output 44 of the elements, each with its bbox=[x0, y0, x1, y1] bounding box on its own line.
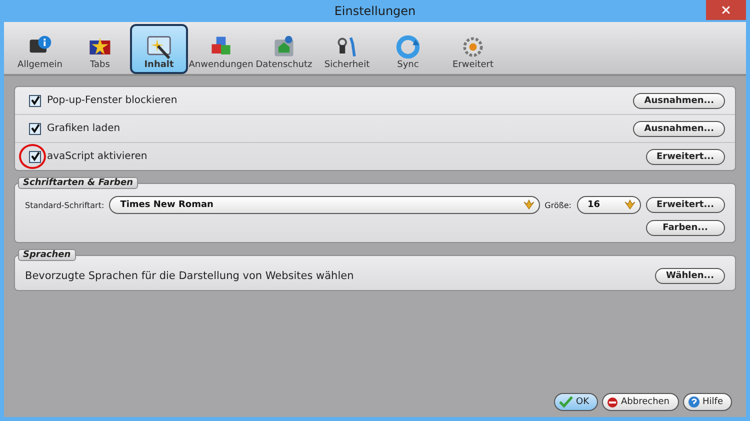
advanced-button[interactable]: Erweitert... bbox=[646, 197, 725, 213]
toolbar-tab[interactable]: Anwendungen bbox=[190, 24, 252, 74]
group-legend: Sprachen bbox=[18, 249, 76, 261]
checkbox[interactable] bbox=[29, 122, 41, 134]
help-icon bbox=[688, 396, 700, 408]
toolbar-tab[interactable]: Datenschutz bbox=[254, 24, 314, 74]
wand-picture-icon bbox=[146, 34, 172, 60]
group-legend: Schriftarten & Farben bbox=[18, 177, 138, 189]
option-label: avaScript aktivieren bbox=[47, 151, 148, 162]
checkmark-icon bbox=[30, 124, 40, 133]
checkmark-icon bbox=[30, 96, 40, 105]
stop-icon bbox=[607, 396, 618, 408]
close-button[interactable] bbox=[706, 0, 746, 20]
checkbox[interactable] bbox=[29, 94, 41, 106]
choose-button[interactable]: Wählen... bbox=[655, 268, 725, 284]
size-dropdown[interactable]: 16 bbox=[576, 196, 640, 214]
option-button[interactable]: Erweitert... bbox=[646, 148, 725, 164]
dropdown-arrow-icon bbox=[522, 199, 535, 211]
option-button[interactable]: Ausnahmen... bbox=[633, 92, 725, 108]
dialog-button[interactable]: Hilfe bbox=[682, 393, 732, 411]
sync-icon bbox=[395, 34, 421, 60]
languages-text: Bevorzugte Sprachen für die Darstellung von Websites wählen bbox=[25, 270, 355, 282]
option-button[interactable]: Ausnahmen... bbox=[633, 120, 725, 136]
toolbar-tab[interactable]: Allgemein bbox=[10, 24, 70, 74]
window-title: Einstellungen bbox=[334, 4, 416, 18]
checkmark-icon bbox=[559, 396, 573, 408]
field-label: Standard-Schriftart: bbox=[25, 200, 104, 210]
toolbar-tab[interactable]: Sicherheit bbox=[316, 24, 378, 74]
checkmark-icon bbox=[30, 152, 40, 161]
highlight-circle bbox=[19, 144, 46, 169]
toolbar-tab[interactable]: Inhalt bbox=[130, 24, 188, 74]
font-dropdown[interactable]: Times New Roman bbox=[109, 196, 540, 214]
colors-button[interactable]: Farben... bbox=[646, 220, 725, 236]
dialog-button[interactable]: Abbrechen bbox=[602, 393, 679, 411]
option-label: Pop-up-Fenster blockieren bbox=[47, 95, 178, 106]
close-icon bbox=[720, 4, 732, 16]
field-label: Größe: bbox=[544, 200, 572, 210]
toolbar-tab[interactable]: Erweitert bbox=[438, 24, 508, 74]
option-label: Grafiken laden bbox=[47, 123, 122, 134]
toolbar-tab[interactable]: Sync bbox=[380, 24, 436, 74]
toolbar-tab[interactable]: Tabs bbox=[72, 24, 128, 74]
dialog-button[interactable]: OK bbox=[554, 393, 598, 411]
checkbox[interactable] bbox=[29, 150, 41, 162]
dropdown-arrow-icon bbox=[624, 199, 636, 211]
